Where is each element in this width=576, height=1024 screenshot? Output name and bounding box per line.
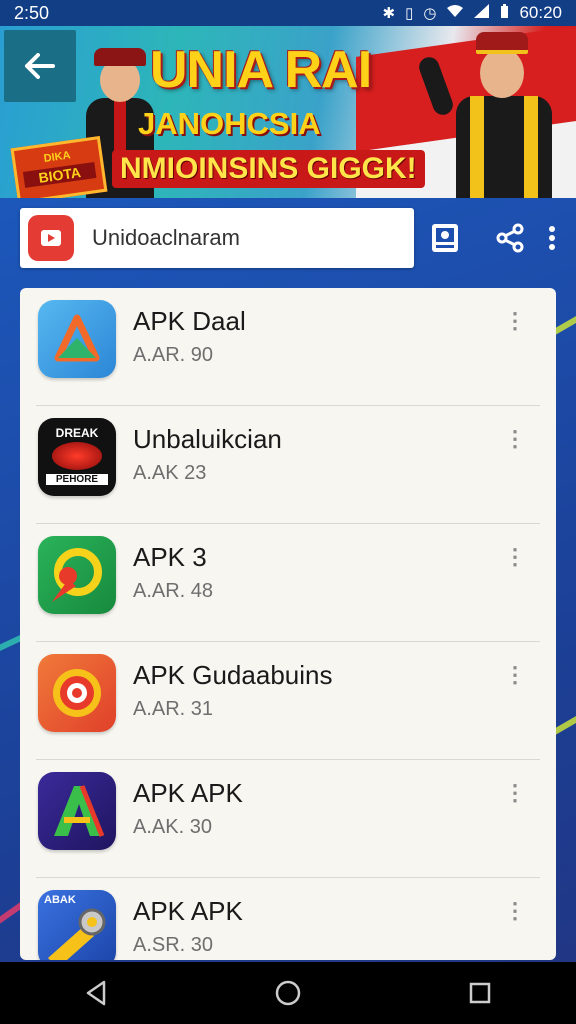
- list-item[interactable]: APK 3 A.AR. 48 ⋮: [20, 524, 556, 642]
- more-vert-icon[interactable]: ⋮: [504, 664, 526, 686]
- letter-a-logo-icon: [38, 772, 116, 850]
- recents-nav-icon[interactable]: [450, 968, 510, 1018]
- wifi-icon: [446, 4, 464, 22]
- banner-slogan: NMIOINSINS GIGGK!: [112, 150, 425, 188]
- search-input[interactable]: [92, 225, 392, 251]
- more-vert-icon[interactable]: ⋮: [504, 428, 526, 450]
- back-nav-icon[interactable]: [66, 968, 126, 1018]
- promo-banner[interactable]: DIKA BIOTA UNIA RAI JANOHCSIA NMIOINSINS…: [0, 26, 576, 198]
- list-item[interactable]: APK APK A.AK. 30 ⋮: [20, 760, 556, 878]
- banner-title: UNIA RAI: [150, 41, 372, 99]
- arrow-left-icon: [25, 53, 55, 79]
- app-meta: A.SR. 30: [133, 934, 214, 956]
- app-meta: A.AR. 31: [133, 698, 214, 720]
- app-name: APK APK: [133, 778, 243, 808]
- nfc-icon: ✱: [382, 5, 396, 22]
- app-meta: A.AK. 30: [133, 816, 212, 838]
- status-bar: 2:50 ✱ ▯ ◷ 60:20: [0, 0, 576, 26]
- icon-text-bottom: PEHORE: [46, 474, 108, 485]
- status-right-time: 60:20: [519, 3, 562, 22]
- icon-text-top: ABAK: [44, 894, 76, 906]
- triangle-logo-icon: [38, 300, 116, 378]
- app-meta: A.AR. 90: [133, 344, 214, 366]
- more-vert-icon[interactable]: [540, 218, 564, 258]
- banner-person-right: [416, 26, 560, 198]
- more-vert-icon[interactable]: ⋮: [504, 310, 526, 332]
- back-button[interactable]: [4, 30, 76, 102]
- list-item[interactable]: ABAK APK APK A.SR. 30 ⋮: [20, 878, 556, 960]
- tools-logo-icon: ABAK: [38, 890, 116, 960]
- icon-text-top: DREAK: [55, 426, 99, 440]
- app-meta: A.AR. 48: [133, 580, 214, 602]
- status-left-time: 2:50: [14, 2, 50, 23]
- list-item[interactable]: APK Daal A.AR. 90 ⋮: [20, 288, 556, 406]
- system-nav-bar: [0, 962, 576, 1024]
- banner-ticket: DIKA BIOTA: [10, 136, 108, 198]
- app-name: APK 3: [133, 542, 207, 572]
- app-meta: A.AK 23: [133, 462, 207, 484]
- more-vert-icon[interactable]: ⋮: [504, 782, 526, 804]
- more-vert-icon[interactable]: ⋮: [504, 900, 526, 922]
- alarm-icon: ◷: [423, 5, 437, 22]
- list-item[interactable]: APK Gudaabuins A.AR. 31 ⋮: [20, 642, 556, 760]
- orange-gear-logo-icon: [38, 654, 116, 732]
- banner-subtitle: JANOHCSIA: [138, 106, 321, 141]
- home-nav-icon[interactable]: [258, 968, 318, 1018]
- app-name: APK Daal: [133, 306, 246, 336]
- app-name: APK APK: [133, 896, 243, 926]
- image-icon[interactable]: [428, 218, 462, 258]
- search-bar[interactable]: [20, 208, 414, 268]
- app-name: Unbaluikcian: [133, 424, 282, 454]
- share-icon[interactable]: [494, 218, 526, 258]
- list-item[interactable]: DREAK PEHORE Unbaluikcian A.AK 23 ⋮: [20, 406, 556, 524]
- signal-icon: [474, 4, 490, 22]
- app-name: APK Gudaabuins: [133, 660, 333, 690]
- video-play-icon: [28, 215, 74, 261]
- dreak-pehore-logo-icon: DREAK PEHORE: [38, 418, 116, 496]
- green-swirl-logo-icon: [38, 536, 116, 614]
- vibrate-icon: ▯: [405, 5, 414, 22]
- more-vert-icon[interactable]: ⋮: [504, 546, 526, 568]
- battery-icon: [500, 3, 509, 23]
- app-list: APK Daal A.AR. 90 ⋮ DREAK PEHORE Unbalui…: [20, 288, 556, 960]
